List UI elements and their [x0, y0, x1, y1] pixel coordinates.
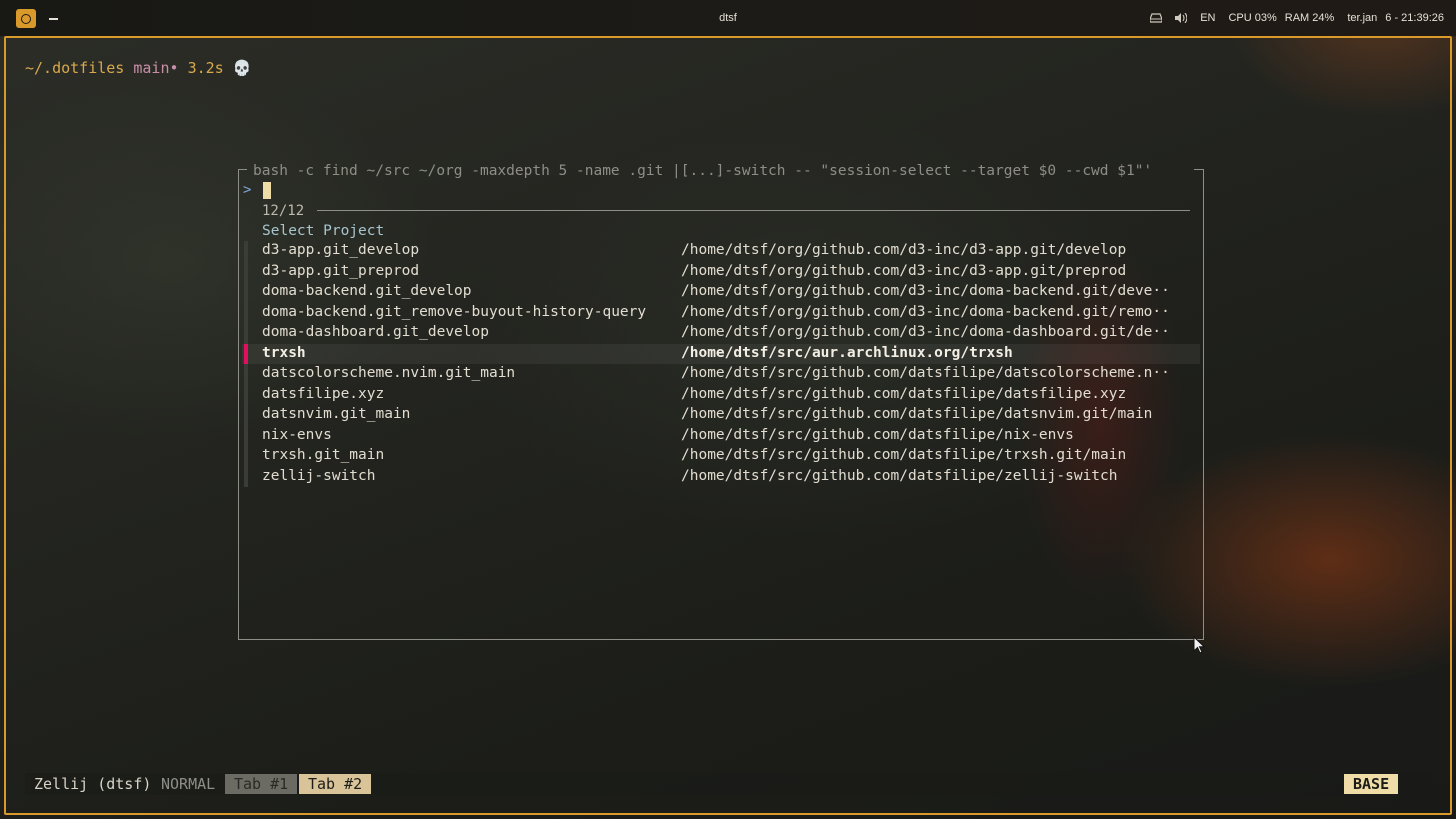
project-path: /home/dtsf/src/github.com/datsfilipe/dat… [681, 385, 1127, 402]
row-marker [244, 241, 248, 262]
list-item[interactable]: datsfilipe.xyz/home/dtsf/src/github.com/… [242, 384, 1200, 405]
result-list: d3-app.git_develop/home/dtsf/org/github.… [242, 241, 1200, 487]
cpu-usage: CPU 03% [1228, 12, 1277, 24]
project-name: trxsh.git_main [262, 447, 385, 463]
tab-1[interactable]: Tab #1 [225, 774, 298, 794]
list-item[interactable]: d3-app.git_preprod/home/dtsf/org/github.… [242, 261, 1200, 282]
list-item[interactable]: nix-envs/home/dtsf/src/github.com/datsfi… [242, 425, 1200, 446]
project-name: doma-backend.git_remove-buyout-history-q… [262, 303, 647, 320]
ram-usage: RAM 24% [1284, 12, 1335, 24]
project-name: nix-envs [262, 426, 332, 443]
project-name: trxsh [262, 344, 306, 361]
project-name: doma-backend.git_develop [262, 283, 472, 299]
row-marker [244, 261, 248, 282]
query-prompt: > [243, 182, 252, 198]
top-bar: dtsf EN CPU 03% RAM 24% ter.jan 6 - 21:3… [0, 0, 1456, 36]
session-name: Zellij (dtsf) [34, 775, 152, 793]
list-item[interactable]: doma-dashboard.git_develop/home/dtsf/org… [242, 323, 1200, 344]
list-item[interactable]: trxsh.git_main/home/dtsf/src/github.com/… [242, 446, 1200, 467]
project-name: doma-dashboard.git_develop [262, 324, 489, 340]
project-path: /home/dtsf/src/github.com/datsfilipe/dat… [681, 365, 1170, 381]
picker-header: bash -c find ~/src ~/org -maxdepth 5 -na… [239, 163, 1203, 179]
picker-command: bash -c find ~/src ~/org -maxdepth 5 -na… [253, 163, 1153, 179]
row-marker [244, 466, 248, 487]
keyboard-layout[interactable]: EN [1200, 12, 1215, 24]
divider [317, 210, 1190, 211]
list-item[interactable]: trxsh/home/dtsf/src/aur.archlinux.org/tr… [242, 343, 1200, 364]
date-label[interactable]: ter.jan [1347, 12, 1377, 24]
list-item[interactable]: datsnvim.git_main/home/dtsf/src/github.c… [242, 405, 1200, 426]
project-name: datsfilipe.xyz [262, 385, 385, 402]
project-name: datsnvim.git_main [262, 406, 411, 422]
system-tray: EN CPU 03% RAM 24% ter.jan 6 - 21:39:26 [1150, 12, 1444, 24]
row-marker [244, 323, 248, 344]
shell-prompt: ~/.dotfiles main• 3.2s 💀 [25, 59, 251, 77]
project-name: zellij-switch [262, 467, 376, 484]
layer-badge: BASE [1344, 774, 1399, 794]
tab-2[interactable]: Tab #2 [299, 774, 372, 794]
project-path: /home/dtsf/src/github.com/datsfilipe/zel… [681, 467, 1118, 484]
disk-icon[interactable] [1150, 13, 1163, 23]
prompt-path: ~/.dotfiles [25, 59, 125, 77]
row-marker [244, 364, 248, 385]
project-path: /home/dtsf/src/aur.archlinux.org/trxsh [681, 344, 1013, 361]
mode-indicator: NORMAL [161, 775, 216, 793]
mouse-cursor-icon [1193, 636, 1205, 654]
row-marker [244, 343, 248, 364]
list-item[interactable]: doma-backend.git_develop/home/dtsf/org/g… [242, 282, 1200, 303]
row-marker [244, 425, 248, 446]
row-marker [244, 302, 248, 323]
project-path: /home/dtsf/org/github.com/d3-inc/doma-ba… [681, 283, 1170, 299]
project-name: d3-app.git_preprod [262, 262, 420, 279]
project-name: d3-app.git_develop [262, 242, 420, 258]
clock[interactable]: 6 - 21:39:26 [1385, 12, 1444, 24]
project-path: /home/dtsf/src/github.com/datsfilipe/dat… [681, 406, 1153, 422]
picker-title: Select Project [262, 223, 385, 239]
project-path: /home/dtsf/org/github.com/d3-inc/d3-app.… [681, 242, 1127, 258]
zellij-status-bar: Zellij (dtsf) NORMAL Tab #1 Tab #2 BASE [25, 773, 1435, 795]
row-marker [244, 282, 248, 303]
skull-icon: 💀 [232, 59, 252, 77]
project-path: /home/dtsf/org/github.com/d3-inc/d3-app.… [681, 262, 1127, 279]
list-item[interactable]: zellij-switch/home/dtsf/src/github.com/d… [242, 466, 1200, 487]
search-input[interactable] [263, 182, 271, 199]
list-item[interactable]: d3-app.git_develop/home/dtsf/org/github.… [242, 241, 1200, 262]
prompt-git-branch: main• [133, 59, 179, 77]
project-path: /home/dtsf/src/github.com/datsfilipe/nix… [681, 426, 1074, 443]
row-marker [244, 405, 248, 426]
project-picker[interactable]: bash -c find ~/src ~/org -maxdepth 5 -na… [238, 163, 1204, 640]
match-count: 12/12 [262, 203, 305, 219]
row-marker [244, 384, 248, 405]
list-item[interactable]: doma-backend.git_remove-buyout-history-q… [242, 302, 1200, 323]
project-path: /home/dtsf/org/github.com/d3-inc/doma-da… [681, 324, 1170, 340]
row-marker [244, 446, 248, 467]
prompt-duration: 3.2s [187, 59, 224, 77]
project-path: /home/dtsf/org/github.com/d3-inc/doma-ba… [681, 303, 1170, 320]
volume-icon[interactable] [1175, 13, 1188, 23]
project-name: datscolorscheme.nvim.git_main [262, 365, 516, 381]
list-item[interactable]: datscolorscheme.nvim.git_main/home/dtsf/… [242, 364, 1200, 385]
project-path: /home/dtsf/src/github.com/datsfilipe/trx… [681, 447, 1127, 463]
